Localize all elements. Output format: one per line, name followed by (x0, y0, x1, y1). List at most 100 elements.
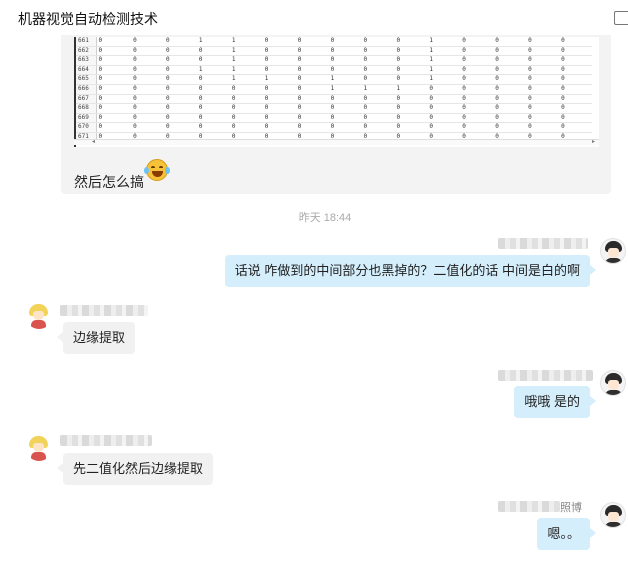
sheet-row: 665 0 0 0 0 1 1 0 1 0 0 1 0 0 0 0 (76, 74, 592, 85)
sheet-cell: 0 (96, 84, 132, 95)
sheet-cell: 0 (328, 113, 362, 124)
contact-avatar[interactable] (26, 435, 52, 461)
sheet-cell: 0 (493, 113, 527, 124)
sheet-cell: 0 (394, 74, 428, 85)
sheet-cell: 0 (295, 113, 329, 124)
sheet-cell: 1 (427, 37, 461, 47)
sheet-cell: 0 (460, 65, 494, 76)
sheet-cell: 0 (493, 103, 527, 114)
sheet-row: 663 0 0 0 0 1 0 0 0 0 0 1 0 0 0 0 (76, 55, 592, 66)
sheet-cell: 0 (460, 46, 494, 57)
sheet-cell: 0 (394, 65, 428, 76)
sheet-cell: 0 (559, 103, 592, 114)
sheet-cell: 0 (131, 55, 164, 66)
sheet-cell: 0 (96, 113, 132, 124)
sheet-cell: 0 (262, 65, 296, 76)
spreadsheet-image[interactable]: 661 0 0 0 1 1 0 0 0 0 0 1 0 0 0 0 662 0 0 0 0 1 0 0 0 0 0 1 0 0 0 0 663 0… (74, 37, 599, 147)
sheet-cell: 0 (262, 103, 296, 114)
sheet-cell: 0 (493, 122, 527, 133)
sheet-cell: 0 (96, 55, 132, 66)
sheet-cell: 0 (493, 74, 527, 85)
row-header: 667 (76, 94, 97, 105)
sheet-cell: 0 (559, 113, 592, 124)
sheet-cell: 1 (229, 55, 263, 66)
my-avatar[interactable] (600, 370, 626, 396)
sheet-cell: 0 (196, 84, 230, 95)
sheet-cell: 0 (229, 94, 263, 105)
sheet-cell: 0 (164, 103, 197, 114)
sheet-row: 662 0 0 0 0 1 0 0 0 0 0 1 0 0 0 0 (76, 46, 592, 57)
sheet-cell: 0 (328, 65, 362, 76)
sheet-cell: 0 (361, 122, 395, 133)
sheet-cell: 0 (328, 37, 362, 47)
sheet-cell: 1 (427, 74, 461, 85)
sheet-row: 667 0 0 0 0 0 0 0 0 0 0 0 0 0 0 0 (76, 94, 592, 105)
sheet-cell: 0 (526, 55, 560, 66)
sheet-cell: 0 (361, 113, 395, 124)
sheet-cell: 0 (295, 37, 329, 47)
row-header: 665 (76, 74, 97, 85)
scroll-left-arrow-icon: ◂ (92, 139, 96, 145)
sheet-cell: 0 (164, 122, 197, 133)
message-text: 哦哦 是的 (524, 394, 580, 409)
sheet-cell: 0 (460, 84, 494, 95)
row-header: 662 (76, 46, 97, 57)
message-text: 话说 咋做到的中间部分也黑掉的？二值化的话 中间是白的啊 (234, 263, 580, 278)
sheet-cell: 0 (262, 84, 296, 95)
sheet-cell: 0 (460, 94, 494, 105)
row-header: 661 (76, 37, 97, 47)
row-header: 663 (76, 55, 97, 66)
sheet-cell: 0 (526, 46, 560, 57)
sheet-cell: 0 (394, 46, 428, 57)
message-bubble-other[interactable]: 边缘提取 (56, 322, 136, 354)
sheet-cell: 0 (131, 84, 164, 95)
row-header: 668 (76, 103, 97, 114)
window-icon[interactable] (614, 11, 628, 25)
sheet-cell: 0 (196, 74, 230, 85)
message-bubble-other[interactable]: 先二值化然后边缘提取 (56, 453, 214, 485)
sheet-cell: 0 (164, 94, 197, 105)
sheet-cell: 1 (229, 37, 263, 47)
sender-name-suffix: 照博 (560, 502, 582, 514)
message-text: 嗯。。 (547, 526, 580, 541)
sheet-cell: 0 (131, 94, 164, 105)
sheet-cell: 0 (164, 65, 197, 76)
sheet-cell: 1 (328, 74, 362, 85)
sheet-cell: 0 (328, 94, 362, 105)
sheet-cell: 0 (460, 113, 494, 124)
message-bubble-me[interactable]: 话说 咋做到的中间部分也黑掉的？二值化的话 中间是白的啊 (224, 255, 597, 287)
sheet-cell: 0 (295, 122, 329, 133)
sheet-cell: 0 (460, 55, 494, 66)
sheet-cell: 0 (460, 122, 494, 133)
sheet-cell: 1 (229, 46, 263, 57)
sheet-cell: 0 (96, 37, 132, 47)
message-bubble-me[interactable]: 嗯。。 (537, 518, 596, 550)
sheet-cell: 0 (196, 55, 230, 66)
scroll-right-arrow-icon: ▸ (591, 139, 595, 145)
sheet-cell: 0 (394, 103, 428, 114)
message-text: 然后怎么搞 (74, 174, 144, 190)
sheet-cell: 0 (131, 122, 164, 133)
sheet-cell: 0 (96, 65, 132, 76)
sheet-cell: 1 (328, 84, 362, 95)
sheet-cell: 0 (131, 103, 164, 114)
sheet-cell: 0 (262, 94, 296, 105)
sheet-cell: 0 (526, 94, 560, 105)
sheet-cell: 0 (493, 46, 527, 57)
sheet-cell: 0 (164, 84, 197, 95)
sheet-cell: 0 (559, 94, 592, 105)
sheet-cell: 1 (427, 55, 461, 66)
sheet-cell: 0 (427, 113, 461, 124)
sheet-cell: 0 (164, 55, 197, 66)
sheet-cell: 0 (262, 46, 296, 57)
sheet-cell: 0 (460, 37, 494, 47)
sheet-cell: 0 (164, 74, 197, 85)
sheet-cell: 0 (559, 37, 592, 47)
my-avatar[interactable] (600, 238, 626, 264)
message-bubble-me[interactable]: 哦哦 是的 (514, 386, 596, 418)
sheet-cell: 0 (394, 37, 428, 47)
sheet-row: 661 0 0 0 1 1 0 0 0 0 0 1 0 0 0 0 (76, 37, 592, 47)
contact-avatar[interactable] (26, 303, 52, 329)
sheet-cell: 0 (427, 84, 461, 95)
my-avatar[interactable] (600, 502, 626, 528)
